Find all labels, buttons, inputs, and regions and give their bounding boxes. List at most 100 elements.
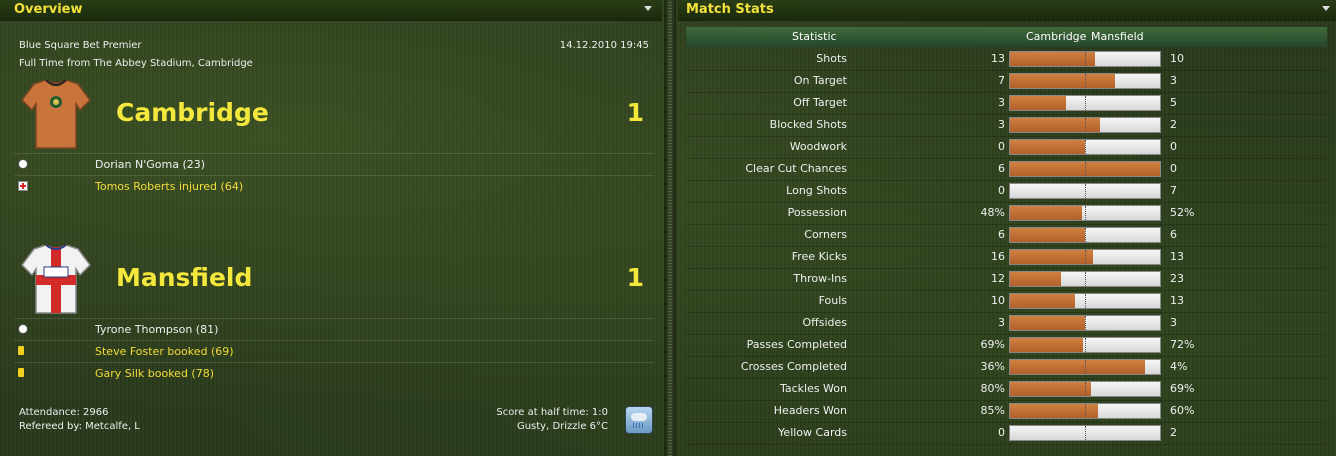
stat-label: Possession: [787, 206, 847, 219]
bar-midline: [1085, 272, 1086, 286]
stat-label: Crosses Completed: [740, 360, 847, 373]
home-value: 85%: [980, 404, 1005, 417]
home-value: 16: [991, 250, 1005, 263]
home-bar-fill: [1010, 96, 1066, 110]
home-value: 3: [998, 118, 1005, 131]
stat-row[interactable]: Long Shots 0 7: [686, 180, 1327, 203]
home-value: 6: [998, 162, 1005, 175]
comparison-bar: [1009, 183, 1161, 199]
header-statistic[interactable]: Statistic: [792, 27, 837, 47]
comparison-bar: [1009, 205, 1161, 221]
stat-row[interactable]: Headers Won 85% 60%: [686, 400, 1327, 423]
away-event-row[interactable]: Tyrone Thompson (81): [14, 318, 654, 340]
stat-row[interactable]: Free Kicks 16 13: [686, 246, 1327, 269]
stat-row[interactable]: Passes Completed 69% 72%: [686, 334, 1327, 357]
away-value: 2: [1170, 118, 1177, 131]
attendance: Attendance: 2966: [19, 407, 109, 418]
bar-midline: [1085, 338, 1086, 352]
comparison-bar: [1009, 227, 1161, 243]
home-team-name[interactable]: Cambridge: [116, 98, 269, 127]
panel-splitter[interactable]: [664, 0, 676, 456]
overview-panel: Overview Blue Square Bet Premier 14.12.2…: [0, 0, 662, 456]
stat-label: Corners: [804, 228, 847, 241]
stat-row[interactable]: Blocked Shots 3 2: [686, 114, 1327, 137]
panel-menu-icon[interactable]: [1322, 6, 1330, 11]
match-subtitle: Full Time from The Abbey Stadium, Cambri…: [19, 58, 253, 69]
away-event-row[interactable]: Gary Silk booked (78): [14, 362, 654, 384]
stat-row[interactable]: Fouls 10 13: [686, 290, 1327, 313]
home-event-row[interactable]: Tomos Roberts injured (64): [14, 175, 654, 197]
bar-midline: [1085, 316, 1086, 330]
home-shirt-icon[interactable]: [20, 80, 92, 150]
home-value: 3: [998, 316, 1005, 329]
stat-label: Throw-Ins: [793, 272, 847, 285]
stat-row[interactable]: Shots 13 10: [686, 48, 1327, 71]
away-value: 4%: [1170, 360, 1188, 373]
bar-midline: [1085, 52, 1086, 66]
home-value: 6: [998, 228, 1005, 241]
match-datetime: 14.12.2010 19:45: [559, 40, 649, 51]
away-event-row[interactable]: Steve Foster booked (69): [14, 340, 654, 362]
header-away-team[interactable]: Mansfield: [1091, 27, 1144, 47]
away-value: 0: [1170, 140, 1177, 153]
comparison-bar: [1009, 403, 1161, 419]
stat-row[interactable]: Possession 48% 52%: [686, 202, 1327, 225]
stat-row[interactable]: Yellow Cards 0 2: [686, 422, 1327, 445]
home-bar-fill: [1010, 272, 1061, 286]
home-bar-fill: [1010, 382, 1091, 396]
panel-menu-icon[interactable]: [644, 6, 652, 11]
bar-midline: [1085, 426, 1086, 440]
stat-label: Shots: [816, 52, 847, 65]
stat-label: Clear Cut Chances: [745, 162, 847, 175]
stat-label: Off Target: [793, 96, 847, 109]
away-shirt-icon[interactable]: [20, 245, 92, 315]
stat-label: Headers Won: [773, 404, 847, 417]
stat-label: Tackles Won: [779, 382, 847, 395]
home-bar-fill: [1010, 316, 1085, 330]
stat-row[interactable]: Tackles Won 80% 69%: [686, 378, 1327, 401]
match-stats-title: Match Stats: [686, 2, 774, 17]
home-bar-fill: [1010, 206, 1082, 220]
match-stats-panel: Match Stats Statistic Cambridge Mansfiel…: [678, 0, 1336, 456]
bar-midline: [1085, 162, 1086, 176]
stat-row[interactable]: Woodwork 0 0: [686, 136, 1327, 159]
match-info-left: Attendance: 2966 Refereed by: Metcalfe, …: [19, 406, 140, 434]
away-value: 60%: [1170, 404, 1195, 417]
away-value: 23: [1170, 272, 1184, 285]
header-home-team[interactable]: Cambridge: [1026, 27, 1086, 47]
bar-midline: [1085, 118, 1086, 132]
comparison-bar: [1009, 425, 1161, 441]
away-value: 2: [1170, 426, 1177, 439]
home-team-score: 1: [626, 98, 644, 127]
weather-text: Gusty, Drizzle 6°C: [516, 421, 608, 432]
stat-label: Yellow Cards: [778, 426, 847, 439]
goal-ball-icon: [18, 159, 28, 169]
home-bar-fill: [1010, 118, 1100, 132]
drizzle-icon: [625, 406, 653, 434]
stat-row[interactable]: Offsides 3 3: [686, 312, 1327, 335]
overview-header: Overview: [0, 0, 662, 21]
stat-row[interactable]: On Target 7 3: [686, 70, 1327, 93]
splitter-grip[interactable]: [668, 0, 672, 456]
event-text: Dorian N'Goma (23): [95, 158, 206, 171]
yellow-card-icon: [18, 346, 28, 356]
stat-row[interactable]: Crosses Completed 36% 4%: [686, 356, 1327, 379]
stat-label: Woodwork: [789, 140, 847, 153]
competition-name: Blue Square Bet Premier: [19, 40, 142, 51]
yellow-card-icon: [18, 368, 28, 378]
stat-row[interactable]: Off Target 3 5: [686, 92, 1327, 115]
home-event-row[interactable]: Dorian N'Goma (23): [14, 153, 654, 175]
bar-midline: [1085, 250, 1086, 264]
stat-row[interactable]: Throw-Ins 12 23: [686, 268, 1327, 291]
stat-row[interactable]: Corners 6 6: [686, 224, 1327, 247]
away-value: 5: [1170, 96, 1177, 109]
away-team-score: 1: [626, 263, 644, 292]
away-value: 3: [1170, 316, 1177, 329]
stat-row[interactable]: Clear Cut Chances 6 0: [686, 158, 1327, 181]
home-value: 69%: [980, 338, 1005, 351]
comparison-bar: [1009, 161, 1161, 177]
referee[interactable]: Refereed by: Metcalfe, L: [19, 420, 140, 434]
home-value: 7: [998, 74, 1005, 87]
away-team-name[interactable]: Mansfield: [116, 263, 252, 292]
bar-midline: [1085, 140, 1086, 154]
